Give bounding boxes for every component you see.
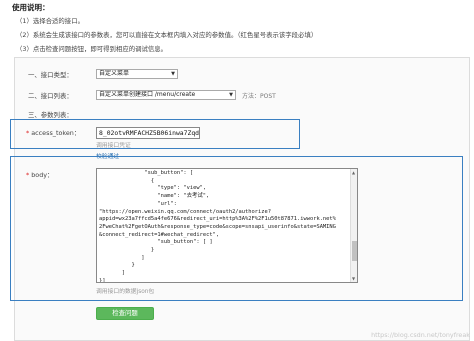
chevron-down-icon: ▼	[229, 92, 233, 98]
interface-list-value: 自定义菜单创建接口 /menu/create	[99, 91, 196, 98]
access-token-label: * access_token：	[26, 128, 80, 137]
interface-type-select[interactable]: 自定义菜单 ▼	[96, 69, 178, 79]
access-token-hint: 调用接口凭证	[96, 143, 131, 149]
body-label-text: body：	[29, 171, 54, 179]
scroll-down-icon[interactable]: ▼	[352, 276, 355, 281]
access-token-label-text: access_token：	[29, 129, 81, 137]
http-method: 方法：POST	[242, 93, 276, 100]
interface-type-value: 自定义菜单	[99, 70, 130, 77]
instructions-title: 使用说明：	[12, 3, 50, 12]
body-json-text: "sub_button": [ { "type": "view", "name"…	[99, 170, 336, 283]
usage-instructions: 使用说明： （1）选择合适的接口。 （2）系统会生成该接口的参数表，您可以直接在…	[12, 0, 472, 55]
scroll-thumb[interactable]	[352, 241, 357, 261]
chevron-down-icon: ▼	[171, 71, 175, 77]
interface-list-select[interactable]: 自定义菜单创建接口 /menu/create ▼	[96, 90, 236, 100]
interface-list-label: 二、接口列表：	[28, 92, 73, 100]
params-list-label: 三、参数列表：	[28, 111, 73, 119]
interface-type-label: 一、接口类型：	[28, 71, 73, 79]
body-textarea[interactable]: "sub_button": [ { "type": "view", "name"…	[96, 168, 358, 283]
body-label: * body：	[26, 170, 53, 179]
body-scrollbar[interactable]: ▲ ▼	[350, 169, 357, 282]
instruction-line-3: （3）点击检查问题按钮，即可得到相应的调试信息。	[16, 45, 168, 53]
access-token-input[interactable]: 8_02otvRMFACHZ5B06inwa7Zqd	[96, 127, 200, 139]
instruction-line-1: （1）选择合适的接口。	[16, 17, 84, 25]
instruction-line-2: （2）系统会生成该接口的参数表，您可以直接在文本框内填入对应的参数值。（红色星号…	[16, 31, 318, 39]
check-problem-button[interactable]: 检查问题	[96, 307, 154, 320]
scroll-up-icon[interactable]: ▲	[352, 170, 355, 175]
body-hint: 调用接口的数据json包	[96, 289, 155, 295]
watermark: https://blog.csdn.net/tonyfreak	[371, 331, 470, 339]
